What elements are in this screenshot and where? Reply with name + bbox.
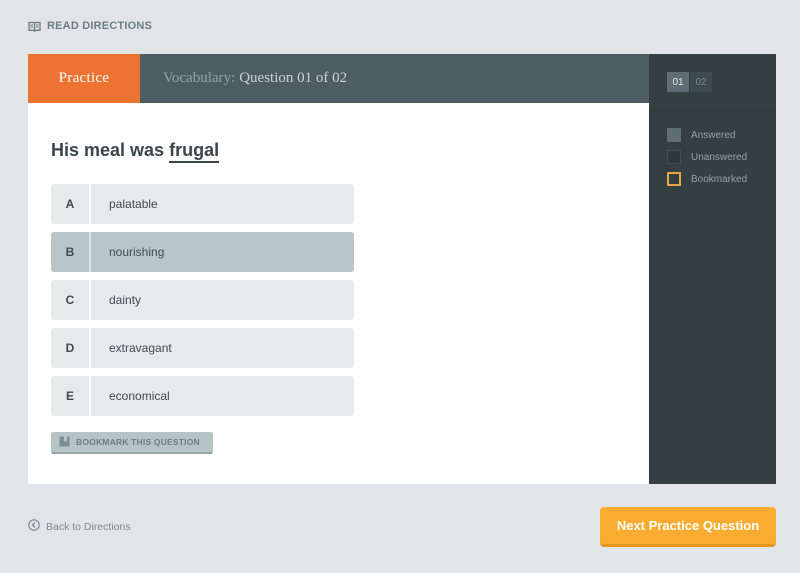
answer-option-e[interactable]: E economical — [51, 376, 354, 416]
question-prompt: His meal was frugal — [51, 140, 220, 163]
question-card: Practice Vocabulary: Question 01 of 02 H… — [28, 54, 776, 484]
bookmark-icon — [59, 436, 70, 449]
answer-text: dainty — [109, 293, 142, 307]
question-counter: Question 01 of 02 — [239, 70, 348, 86]
question-prefix: His meal was — [51, 140, 165, 160]
question-panel: Practice Vocabulary: Question 01 of 02 H… — [28, 54, 649, 484]
back-to-directions-label: Back to Directions — [46, 520, 131, 533]
answer-option-b[interactable]: B nourishing — [51, 232, 354, 272]
circle-chevron-left-icon — [28, 519, 40, 534]
legend-label: Answered — [691, 129, 736, 141]
bookmark-question-button[interactable]: BOOKMARK THIS QUESTION — [51, 432, 213, 454]
next-practice-question-button[interactable]: Next Practice Question — [600, 507, 776, 547]
read-directions-link[interactable]: READ DIRECTIONS — [28, 20, 152, 32]
section-label: Vocabulary: — [163, 70, 236, 86]
answer-option-d[interactable]: D extravagant — [51, 328, 354, 368]
question-number-bar: 01 02 — [649, 54, 776, 111]
question-number-02[interactable]: 02 — [690, 72, 712, 92]
unanswered-swatch — [667, 150, 681, 164]
answer-list: A palatable B nourishing C dainty D extr… — [51, 184, 354, 424]
legend-label: Unanswered — [691, 151, 748, 163]
answer-letter: D — [51, 328, 91, 368]
answer-letter: B — [51, 232, 91, 272]
question-target-word: frugal — [169, 140, 220, 163]
answer-option-a[interactable]: A palatable — [51, 184, 354, 224]
legend-bookmarked: Bookmarked — [667, 172, 747, 186]
question-title: Vocabulary: Question 01 of 02 — [140, 54, 347, 103]
bookmarked-swatch — [667, 172, 681, 186]
answer-text: extravagant — [109, 341, 172, 355]
read-directions-label: READ DIRECTIONS — [47, 20, 153, 32]
question-navigator: 01 02 Answered Unanswered Bookmarked — [649, 54, 776, 484]
question-number-list: 01 02 — [667, 72, 712, 92]
mode-tab: Practice — [28, 54, 140, 103]
bookmark-question-label: BOOKMARK THIS QUESTION — [76, 437, 200, 447]
answer-letter: E — [51, 376, 91, 416]
answer-option-c[interactable]: C dainty — [51, 280, 354, 320]
question-header: Practice Vocabulary: Question 01 of 02 — [28, 54, 649, 103]
legend-label: Bookmarked — [691, 173, 748, 185]
back-to-directions-link[interactable]: Back to Directions — [28, 519, 131, 534]
book-icon — [28, 21, 41, 32]
answer-text: economical — [109, 389, 170, 403]
answer-letter: C — [51, 280, 91, 320]
question-number-01[interactable]: 01 — [667, 72, 689, 92]
answer-text: palatable — [109, 197, 158, 211]
answered-swatch — [667, 128, 681, 142]
answer-text: nourishing — [109, 245, 165, 259]
legend-answered: Answered — [667, 128, 747, 142]
legend-unanswered: Unanswered — [667, 150, 747, 164]
answer-letter: A — [51, 184, 91, 224]
status-legend: Answered Unanswered Bookmarked — [667, 128, 747, 194]
